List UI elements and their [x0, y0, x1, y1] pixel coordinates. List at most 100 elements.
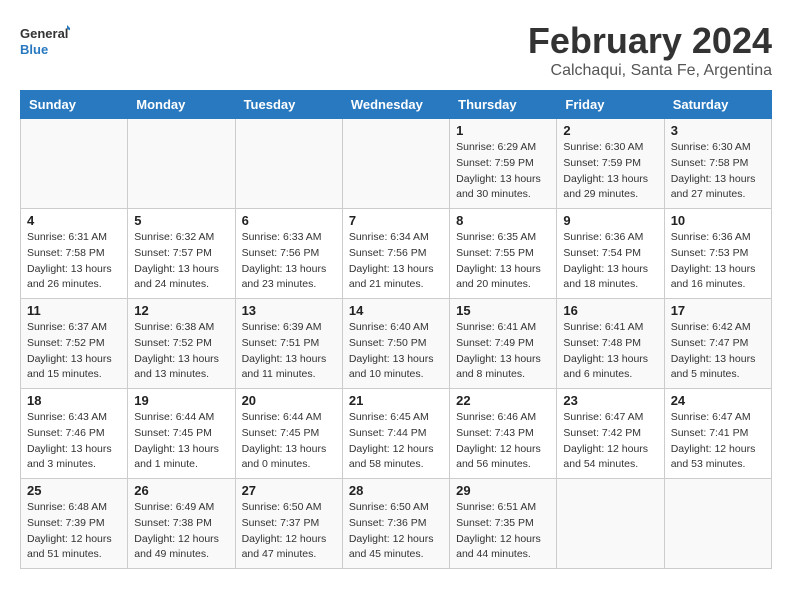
- day-cell: 17Sunrise: 6:42 AM Sunset: 7:47 PM Dayli…: [664, 299, 771, 389]
- main-title: February 2024: [528, 20, 772, 62]
- day-number: 25: [27, 483, 121, 498]
- day-number: 27: [242, 483, 336, 498]
- day-info: Sunrise: 6:43 AM Sunset: 7:46 PM Dayligh…: [27, 410, 121, 473]
- day-cell: 11 Sunrise: 6:37 AM Sunset: 7:52 PM Dayli…: [21, 299, 128, 389]
- day-cell: 14 Sunrise: 6:40 AM Sunset: 7:50 PM Dayli…: [342, 299, 449, 389]
- day-cell: [342, 119, 449, 209]
- week-row-2: 4 Sunrise: 6:31 AM Sunset: 7:58 PM Daylig…: [21, 209, 772, 299]
- day-cell: 23 Sunrise: 6:47 AM Sunset: 7:42 PM Dayli…: [557, 389, 664, 479]
- header-cell-monday: Monday: [128, 91, 235, 119]
- svg-text:General: General: [20, 26, 68, 41]
- day-info: Sunrise: 6:33 AM Sunset: 7:56 PM Dayligh…: [242, 230, 336, 293]
- day-cell: 3 Sunrise: 6:30 AM Sunset: 7:58 PM Daylig…: [664, 119, 771, 209]
- day-cell: [664, 479, 771, 569]
- day-number: 23: [563, 393, 657, 408]
- day-number: 20: [242, 393, 336, 408]
- day-cell: 15 Sunrise: 6:41 AM Sunset: 7:49 PM Dayli…: [450, 299, 557, 389]
- logo-svg: General Blue: [20, 20, 70, 65]
- day-number: 1: [456, 123, 550, 138]
- day-info: Sunrise: 6:32 AM Sunset: 7:57 PM Dayligh…: [134, 230, 228, 293]
- day-info: Sunrise: 6:34 AM Sunset: 7:56 PM Dayligh…: [349, 230, 443, 293]
- day-cell: 28Sunrise: 6:50 AM Sunset: 7:36 PM Dayli…: [342, 479, 449, 569]
- day-info: Sunrise: 6:41 AM Sunset: 7:49 PM Dayligh…: [456, 320, 550, 383]
- day-number: 2: [563, 123, 657, 138]
- day-info: Sunrise: 6:37 AM Sunset: 7:52 PM Dayligh…: [27, 320, 121, 383]
- day-number: 22: [456, 393, 550, 408]
- day-cell: 16 Sunrise: 6:41 AM Sunset: 7:48 PM Dayli…: [557, 299, 664, 389]
- week-row-4: 18 Sunrise: 6:43 AM Sunset: 7:46 PM Dayli…: [21, 389, 772, 479]
- day-info: Sunrise: 6:36 AM Sunset: 7:54 PM Dayligh…: [563, 230, 657, 293]
- day-info: Sunrise: 6:29 AM Sunset: 7:59 PM Dayligh…: [456, 140, 550, 203]
- day-cell: 25Sunrise: 6:48 AM Sunset: 7:39 PM Dayli…: [21, 479, 128, 569]
- week-row-1: 1 Sunrise: 6:29 AM Sunset: 7:59 PM Daylig…: [21, 119, 772, 209]
- day-info: Sunrise: 6:30 AM Sunset: 7:59 PM Dayligh…: [563, 140, 657, 203]
- day-cell: 22 Sunrise: 6:46 AM Sunset: 7:43 PM Dayli…: [450, 389, 557, 479]
- calendar-body: 1 Sunrise: 6:29 AM Sunset: 7:59 PM Daylig…: [21, 119, 772, 569]
- day-info: Sunrise: 6:44 AM Sunset: 7:45 PM Dayligh…: [242, 410, 336, 473]
- day-cell: 1 Sunrise: 6:29 AM Sunset: 7:59 PM Daylig…: [450, 119, 557, 209]
- day-number: 21: [349, 393, 443, 408]
- day-info: Sunrise: 6:49 AM Sunset: 7:38 PM Dayligh…: [134, 500, 228, 563]
- day-number: 4: [27, 213, 121, 228]
- title-area: February 2024 Calchaqui, Santa Fe, Argen…: [528, 20, 772, 80]
- day-number: 9: [563, 213, 657, 228]
- subtitle: Calchaqui, Santa Fe, Argentina: [528, 62, 772, 80]
- day-number: 5: [134, 213, 228, 228]
- day-cell: 8 Sunrise: 6:35 AM Sunset: 7:55 PM Daylig…: [450, 209, 557, 299]
- day-cell: 20 Sunrise: 6:44 AM Sunset: 7:45 PM Dayli…: [235, 389, 342, 479]
- day-number: 10: [671, 213, 765, 228]
- day-info: Sunrise: 6:38 AM Sunset: 7:52 PM Dayligh…: [134, 320, 228, 383]
- day-number: 8: [456, 213, 550, 228]
- day-info: Sunrise: 6:40 AM Sunset: 7:50 PM Dayligh…: [349, 320, 443, 383]
- day-number: 24: [671, 393, 765, 408]
- day-cell: 29Sunrise: 6:51 AM Sunset: 7:35 PM Dayli…: [450, 479, 557, 569]
- header: General Blue February 2024 Calchaqui, Sa…: [20, 20, 772, 80]
- day-number: 11: [27, 303, 121, 318]
- header-cell-wednesday: Wednesday: [342, 91, 449, 119]
- day-info: Sunrise: 6:31 AM Sunset: 7:58 PM Dayligh…: [27, 230, 121, 293]
- calendar-table: SundayMondayTuesdayWednesdayThursdayFrid…: [20, 90, 772, 569]
- day-info: Sunrise: 6:50 AM Sunset: 7:37 PM Dayligh…: [242, 500, 336, 563]
- day-cell: 4 Sunrise: 6:31 AM Sunset: 7:58 PM Daylig…: [21, 209, 128, 299]
- day-cell: 13Sunrise: 6:39 AM Sunset: 7:51 PM Dayli…: [235, 299, 342, 389]
- logo: General Blue: [20, 20, 70, 65]
- header-cell-thursday: Thursday: [450, 91, 557, 119]
- header-cell-friday: Friday: [557, 91, 664, 119]
- day-cell: [128, 119, 235, 209]
- day-number: 26: [134, 483, 228, 498]
- day-number: 14: [349, 303, 443, 318]
- week-row-5: 25Sunrise: 6:48 AM Sunset: 7:39 PM Dayli…: [21, 479, 772, 569]
- day-info: Sunrise: 6:42 AM Sunset: 7:47 PM Dayligh…: [671, 320, 765, 383]
- day-info: Sunrise: 6:41 AM Sunset: 7:48 PM Dayligh…: [563, 320, 657, 383]
- day-info: Sunrise: 6:35 AM Sunset: 7:55 PM Dayligh…: [456, 230, 550, 293]
- day-cell: 27 Sunrise: 6:50 AM Sunset: 7:37 PM Dayli…: [235, 479, 342, 569]
- calendar-header-row: SundayMondayTuesdayWednesdayThursdayFrid…: [21, 91, 772, 119]
- day-cell: 12 Sunrise: 6:38 AM Sunset: 7:52 PM Dayli…: [128, 299, 235, 389]
- day-number: 18: [27, 393, 121, 408]
- day-cell: 7 Sunrise: 6:34 AM Sunset: 7:56 PM Daylig…: [342, 209, 449, 299]
- week-row-3: 11 Sunrise: 6:37 AM Sunset: 7:52 PM Dayli…: [21, 299, 772, 389]
- day-info: Sunrise: 6:39 AM Sunset: 7:51 PM Dayligh…: [242, 320, 336, 383]
- day-cell: [557, 479, 664, 569]
- day-cell: [235, 119, 342, 209]
- day-number: 29: [456, 483, 550, 498]
- day-info: Sunrise: 6:46 AM Sunset: 7:43 PM Dayligh…: [456, 410, 550, 473]
- day-cell: 18 Sunrise: 6:43 AM Sunset: 7:46 PM Dayli…: [21, 389, 128, 479]
- day-info: Sunrise: 6:30 AM Sunset: 7:58 PM Dayligh…: [671, 140, 765, 203]
- day-info: Sunrise: 6:36 AM Sunset: 7:53 PM Dayligh…: [671, 230, 765, 293]
- day-number: 7: [349, 213, 443, 228]
- day-info: Sunrise: 6:45 AM Sunset: 7:44 PM Dayligh…: [349, 410, 443, 473]
- day-cell: 21 Sunrise: 6:45 AM Sunset: 7:44 PM Dayli…: [342, 389, 449, 479]
- header-cell-saturday: Saturday: [664, 91, 771, 119]
- day-cell: 19Sunrise: 6:44 AM Sunset: 7:45 PM Dayli…: [128, 389, 235, 479]
- day-number: 15: [456, 303, 550, 318]
- svg-text:Blue: Blue: [20, 42, 48, 57]
- day-info: Sunrise: 6:47 AM Sunset: 7:42 PM Dayligh…: [563, 410, 657, 473]
- day-number: 12: [134, 303, 228, 318]
- day-number: 16: [563, 303, 657, 318]
- day-info: Sunrise: 6:44 AM Sunset: 7:45 PM Dayligh…: [134, 410, 228, 473]
- day-number: 3: [671, 123, 765, 138]
- day-number: 28: [349, 483, 443, 498]
- day-info: Sunrise: 6:47 AM Sunset: 7:41 PM Dayligh…: [671, 410, 765, 473]
- day-cell: 2 Sunrise: 6:30 AM Sunset: 7:59 PM Daylig…: [557, 119, 664, 209]
